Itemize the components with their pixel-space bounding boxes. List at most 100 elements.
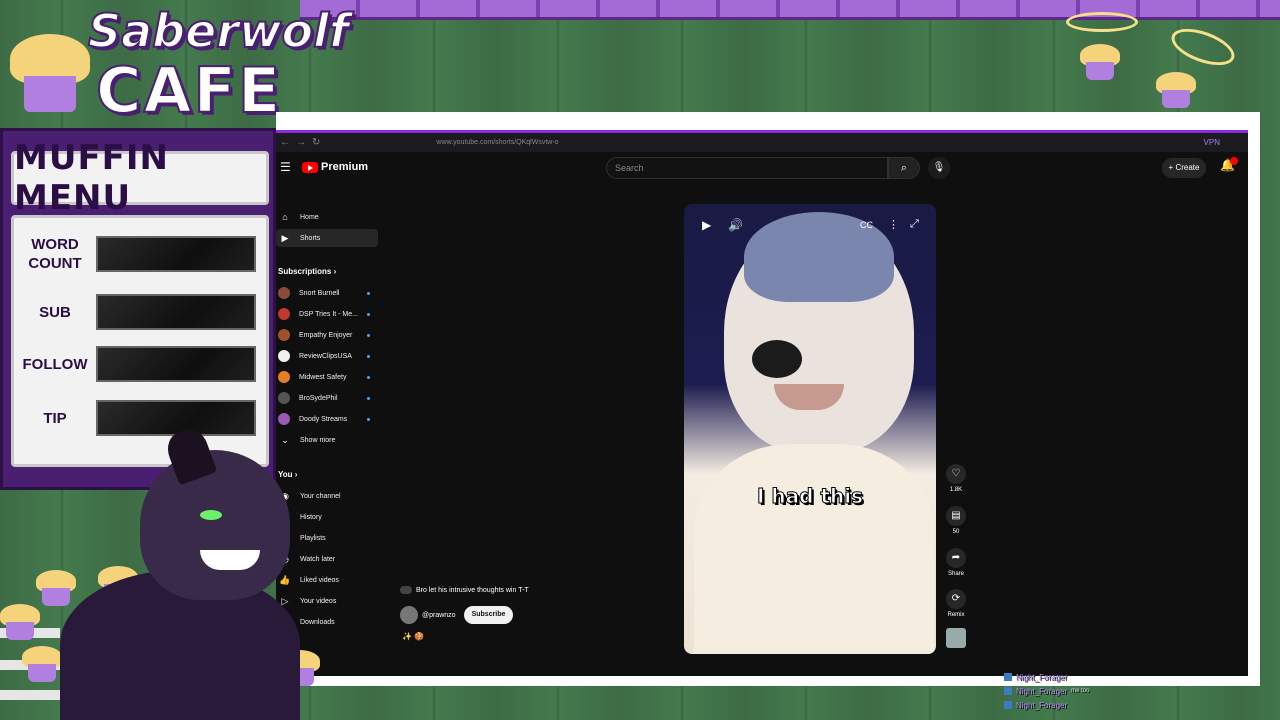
sidebar-item-subscription[interactable]: Snort Burnell xyxy=(276,284,378,302)
channel-avatar[interactable] xyxy=(400,606,418,624)
avatar-eye xyxy=(200,510,222,520)
menu-row-value xyxy=(96,236,256,272)
vpn-badge[interactable]: VPN xyxy=(1204,138,1220,147)
cafe-logo: Saberwolf CAFE xyxy=(4,2,350,132)
play-icon[interactable]: ▶ xyxy=(702,218,711,232)
logo-line2: CAFE xyxy=(95,53,283,128)
sidebar-item-subscription[interactable]: Doody Streams xyxy=(276,410,378,428)
channel-avatar xyxy=(278,308,290,320)
streamer-avatar xyxy=(50,424,300,720)
youtube-logo-text: Premium xyxy=(321,161,369,173)
share-button[interactable]: ➦ Share xyxy=(942,548,970,577)
search-icon[interactable]: ⌕ xyxy=(888,157,920,179)
channel-avatar xyxy=(278,350,290,362)
hamburger-icon[interactable]: ☰ xyxy=(280,160,291,174)
comment-count: 50 xyxy=(952,529,960,535)
search-input[interactable]: Search xyxy=(606,157,888,179)
create-button[interactable]: + Create xyxy=(1162,158,1206,178)
url-text[interactable]: www.youtube.com/shorts/QKqlWsvtw-o xyxy=(436,139,558,146)
new-content-dot xyxy=(367,396,370,400)
sidebar-item-label: ReviewClipsUSA xyxy=(299,352,352,360)
remix-label: Remix xyxy=(947,612,965,618)
chat-badge-icon xyxy=(1004,673,1012,681)
video-title-text: Bro let his intrusive thoughts win T-T xyxy=(416,586,529,594)
subscriptions-heading[interactable]: Subscriptions › xyxy=(278,267,336,276)
sidebar-item-label: Your channel xyxy=(300,492,341,500)
channel-info: @prawnzo Subscribe xyxy=(400,606,514,624)
sidebar-item-label: DSP Tries It - Me... xyxy=(299,310,358,318)
mic-icon[interactable]: 🎙 xyxy=(928,157,950,179)
heart-icon: ♡ xyxy=(946,464,966,484)
menu-title-box: MUFFIN MENU xyxy=(11,138,269,218)
menu-row-label: FOLLOW xyxy=(22,355,88,373)
video-emojis: ✨ 🍪 xyxy=(402,632,425,641)
sidebar-item-subscription[interactable]: Empathy Enjoyer xyxy=(276,326,378,344)
sidebar-item-label: Doody Streams xyxy=(299,415,348,423)
menu-row-value xyxy=(96,346,256,382)
sound-thumbnail[interactable] xyxy=(946,628,966,648)
sidebar-item-label: Midwest Safety xyxy=(299,373,347,381)
logo-line1: Saberwolf xyxy=(87,3,350,59)
chat-message: Night_Forager xyxy=(1004,670,1124,684)
chat-badge-icon xyxy=(1004,701,1012,709)
volume-icon[interactable]: 🔊 xyxy=(728,218,743,232)
new-content-dot xyxy=(367,417,370,421)
video-title[interactable]: Bro let his intrusive thoughts win T-T xyxy=(400,586,529,594)
remix-button[interactable]: ⟳ Remix xyxy=(942,589,970,618)
menu-row-follow: FOLLOW xyxy=(20,344,262,384)
video-caption: I had this xyxy=(757,484,864,509)
sidebar-item-subscription[interactable]: DSP Tries It - Me... xyxy=(276,305,378,323)
sidebar-item-home[interactable]: ⌂ Home xyxy=(276,208,378,226)
channel-name[interactable]: @prawnzo xyxy=(422,612,456,619)
comment-button[interactable]: ▤ 50 xyxy=(942,506,970,535)
wolf-character-nose xyxy=(752,340,802,378)
menu-row-label: TIP xyxy=(43,409,67,427)
muffin-mascot-icon xyxy=(10,34,90,114)
share-icon: ➦ xyxy=(946,548,966,568)
sidebar-item-label: Empathy Enjoyer xyxy=(299,331,353,339)
menu-row-sub: SUB xyxy=(20,292,262,332)
sidebar-item-label: Watch later xyxy=(300,555,336,563)
share-label: Share xyxy=(947,571,964,577)
youtube-logo[interactable]: Premium xyxy=(302,161,368,173)
muffin-decoration xyxy=(1156,72,1196,108)
menu-row-word-count: WORD COUNT xyxy=(20,234,262,274)
sidebar-item-subscription[interactable]: ReviewClipsUSA xyxy=(276,347,378,365)
url-bar[interactable]: ←→↻ www.youtube.com/shorts/QKqlWsvtw-o V… xyxy=(276,130,1248,152)
chat-username: Night_Forager xyxy=(1016,686,1068,696)
like-button[interactable]: ♡ 1.8K xyxy=(942,464,970,493)
new-content-dot xyxy=(367,291,370,295)
sidebar-item-subscription[interactable]: Midwest Safety xyxy=(276,368,378,386)
back-forward-icon[interactable]: ←→↻ xyxy=(280,137,326,148)
channel-avatar xyxy=(278,287,290,299)
link-icon xyxy=(400,586,412,594)
fullscreen-icon[interactable]: ⤢ xyxy=(910,218,919,231)
avatar-head xyxy=(140,450,290,600)
more-options-icon[interactable]: ⋮ xyxy=(888,218,899,231)
sidebar-item-label: Show more xyxy=(300,436,336,444)
captions-icon[interactable]: CC xyxy=(860,220,873,230)
sidebar-item-label: Playlists xyxy=(300,534,326,542)
muffin-decoration xyxy=(1080,44,1120,80)
menu-row-label: WORD COUNT xyxy=(28,236,82,272)
chat-username: Night_Forager xyxy=(1016,672,1068,682)
browser-window: ←→↻ www.youtube.com/shorts/QKqlWsvtw-o V… xyxy=(276,112,1260,686)
youtube-header: ☰ Premium Search ⌕ 🎙 + Create 🔔 xyxy=(276,152,1248,186)
chat-text: me too xyxy=(1071,688,1090,694)
sidebar-item-label: Downloads xyxy=(300,618,335,626)
wolf-character-body xyxy=(694,444,934,654)
muffin-decoration xyxy=(0,604,40,640)
chat-overlay: Night_Forager Night_Forager me too Night_… xyxy=(1004,670,1124,712)
chat-username: Night_Forager xyxy=(1016,700,1068,710)
comment-icon: ▤ xyxy=(946,506,966,526)
subscribe-button[interactable]: Subscribe xyxy=(463,606,514,624)
halo-decoration xyxy=(1166,21,1240,73)
chat-message: Night_Forager me too xyxy=(1004,684,1124,698)
sidebar-item-shorts[interactable]: ▶ Shorts xyxy=(276,229,378,247)
new-content-dot xyxy=(367,333,370,337)
shorts-video-player[interactable]: I had this ▶ 🔊 CC ⋮ ⤢ xyxy=(684,204,936,654)
sidebar-item-subscription[interactable]: BroSydePhil xyxy=(276,389,378,407)
sidebar-item-label: History xyxy=(300,513,322,521)
browser-viewport: ←→↻ www.youtube.com/shorts/QKqlWsvtw-o V… xyxy=(276,130,1248,676)
channel-avatar xyxy=(278,413,290,425)
